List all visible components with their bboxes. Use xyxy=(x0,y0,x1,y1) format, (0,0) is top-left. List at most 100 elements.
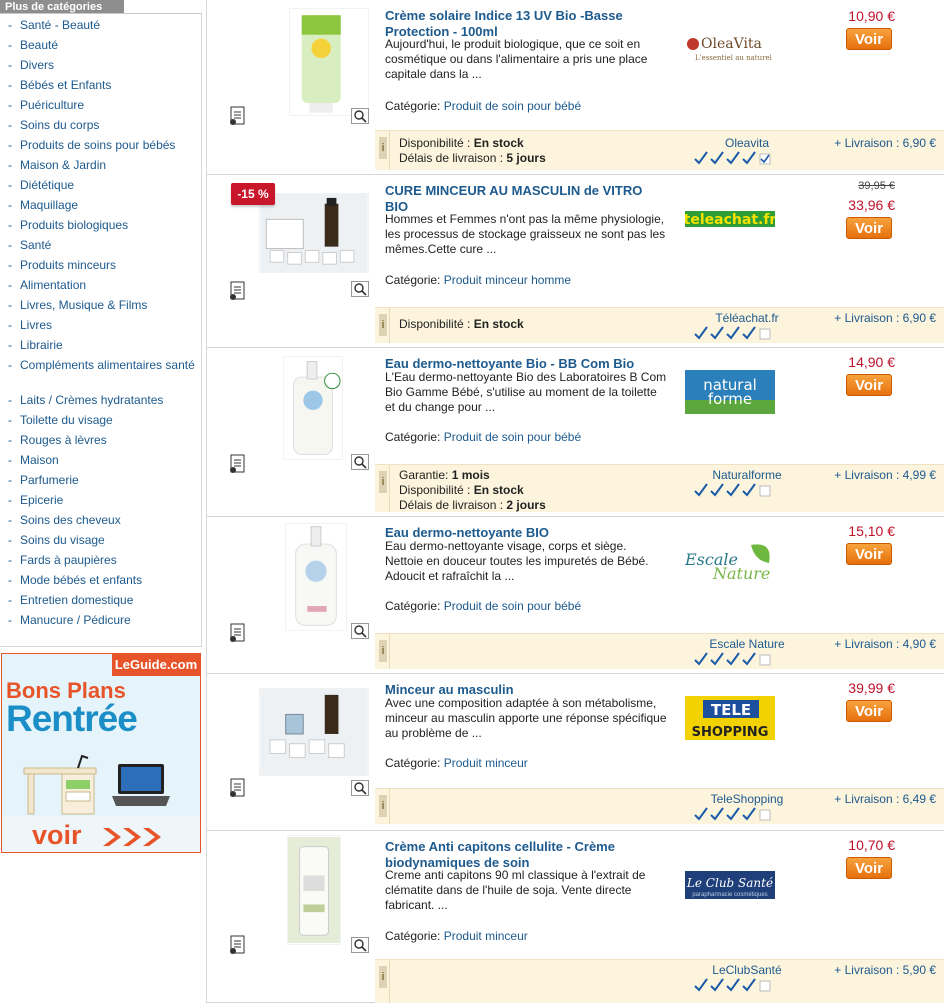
info-icon[interactable]: i xyxy=(379,966,387,988)
merchant-logo[interactable]: natural forme xyxy=(685,370,775,414)
category-link[interactable]: - Toilette du visage xyxy=(8,413,198,428)
info-icon[interactable]: i xyxy=(379,795,387,817)
info-icon[interactable]: i xyxy=(379,640,387,662)
product-sheet-icon[interactable] xyxy=(229,778,247,798)
category-link[interactable]: - Puériculture xyxy=(8,98,198,113)
merchant-name[interactable]: LeClubSanté xyxy=(697,963,797,977)
product-sheet-icon[interactable] xyxy=(229,454,247,474)
category-link[interactable]: - Librairie xyxy=(8,338,198,353)
zoom-icon[interactable] xyxy=(351,281,369,297)
product-image[interactable] xyxy=(259,193,369,273)
category-link[interactable]: Produit de soin pour bébé xyxy=(444,599,581,613)
merchant-logo[interactable]: TELE SHOPPING xyxy=(685,696,775,740)
voir-button[interactable]: Voir xyxy=(846,217,892,239)
bullet: - xyxy=(8,138,12,152)
category-link[interactable]: - Livres xyxy=(8,318,198,333)
category-link[interactable]: - Compléments alimentaires santé xyxy=(8,358,198,373)
product-image[interactable] xyxy=(287,835,341,945)
category-link[interactable]: - Diététique xyxy=(8,178,198,193)
bullet: - xyxy=(8,338,12,352)
product-title[interactable]: CURE MINCEUR AU MASCULIN de VITRO BIO xyxy=(385,183,665,215)
merchant-logo[interactable]: OleaVita L'essentiel au naturel xyxy=(685,22,775,66)
category-link[interactable]: - Soins du corps xyxy=(8,118,198,133)
category-link[interactable]: - Laits / Crèmes hydratantes xyxy=(8,393,198,408)
product-image[interactable] xyxy=(283,356,343,460)
product-sheet-icon[interactable] xyxy=(229,281,247,301)
category-link[interactable]: - Alimentation xyxy=(8,278,198,293)
category-label: Fards à paupières xyxy=(20,553,117,567)
category-link[interactable]: - Maison xyxy=(8,453,198,468)
info-icon[interactable]: i xyxy=(379,137,387,159)
category-link[interactable]: - Santé xyxy=(8,238,198,253)
product-image[interactable] xyxy=(285,523,347,631)
product-image[interactable] xyxy=(289,8,369,116)
voir-button[interactable]: Voir xyxy=(846,543,892,565)
zoom-icon[interactable] xyxy=(351,623,369,639)
shipping-cost[interactable]: + Livraison : 6,90 € xyxy=(823,136,936,150)
info-icon[interactable]: i xyxy=(379,471,387,493)
shipping-cost[interactable]: + Livraison : 4,99 € xyxy=(823,468,936,482)
category-link[interactable]: - Beauté xyxy=(8,38,198,53)
merchant-name[interactable]: Oleavita xyxy=(697,136,797,150)
voir-button[interactable]: Voir xyxy=(846,374,892,396)
product-sheet-icon[interactable] xyxy=(229,106,247,126)
product-row: -15 % CURE MINCEUR AU MASCULIN de VITRO B… xyxy=(207,175,944,348)
category-link[interactable]: - Divers xyxy=(8,58,198,73)
merchant-name[interactable]: Escale Nature xyxy=(697,637,797,651)
category-label: Maison xyxy=(20,453,59,467)
merchant-logo[interactable]: Escale Nature xyxy=(684,539,775,583)
category-link[interactable]: - Bébés et Enfants xyxy=(8,78,198,93)
availability-line: Disponibilité : En stock xyxy=(399,483,524,498)
category-link[interactable]: Produit minceur xyxy=(444,929,528,943)
zoom-icon[interactable] xyxy=(351,937,369,953)
merchant-name[interactable]: TeleShopping xyxy=(697,792,797,806)
product-sheet-icon[interactable] xyxy=(229,935,247,955)
zoom-icon[interactable] xyxy=(351,780,369,796)
category-link[interactable]: - Fards à paupières xyxy=(8,553,198,568)
category-link[interactable]: Produit de soin pour bébé xyxy=(444,430,581,444)
merchant-rating xyxy=(693,151,775,165)
product-sheet-icon[interactable] xyxy=(229,623,247,643)
merchant-logo[interactable]: Le Club Santé parapharmacie cosmétiques xyxy=(685,863,775,907)
shipping-cost[interactable]: + Livraison : 6,90 € xyxy=(823,311,936,325)
category-link[interactable]: - Epicerie xyxy=(8,493,198,508)
merchant-logo[interactable]: teleachat.fr xyxy=(684,197,776,241)
merchant-logo-art: OleaVita L'essentiel au naturel xyxy=(687,36,773,62)
category-link[interactable]: - Produits biologiques xyxy=(8,218,198,233)
category-link[interactable]: - Produits minceurs xyxy=(8,258,198,273)
bullet: - xyxy=(8,38,12,52)
category-link[interactable]: - Soins des cheveux xyxy=(8,513,198,528)
product-image[interactable] xyxy=(259,688,369,776)
category-label: Produits biologiques xyxy=(20,218,129,232)
promo-banner[interactable]: LeGuide.com Bons Plans Rentrée voir xyxy=(1,653,201,853)
merchant-name[interactable]: Naturalforme xyxy=(697,468,797,482)
shipping-cost[interactable]: + Livraison : 5,90 € xyxy=(823,963,936,977)
category-link[interactable]: - Manucure / Pédicure xyxy=(8,613,198,628)
banner-voir[interactable]: voir xyxy=(2,816,200,852)
voir-button[interactable]: Voir xyxy=(846,700,892,722)
voir-button[interactable]: Voir xyxy=(846,28,892,50)
category-link[interactable]: - Maison & Jardin xyxy=(8,158,198,173)
category-link[interactable]: - Livres, Musique & Films xyxy=(8,298,198,313)
category-link[interactable]: - Santé - Beauté xyxy=(8,18,198,33)
merchant-name[interactable]: Téléachat.fr xyxy=(697,311,797,325)
shipping-cost[interactable]: + Livraison : 6,49 € xyxy=(823,792,936,806)
category-link[interactable]: - Parfumerie xyxy=(8,473,198,488)
voir-button[interactable]: Voir xyxy=(846,857,892,879)
shipping-cost[interactable]: + Livraison : 4,90 € xyxy=(823,637,936,651)
category-link[interactable]: - Entretien domestique xyxy=(8,593,198,608)
zoom-icon[interactable] xyxy=(351,108,369,124)
category-label: Laits / Crèmes hydratantes xyxy=(20,393,164,407)
category-link[interactable]: - Maquillage xyxy=(8,198,198,213)
info-icon[interactable]: i xyxy=(379,314,387,336)
category-link[interactable]: - Soins du visage xyxy=(8,533,198,548)
zoom-icon[interactable] xyxy=(351,454,369,470)
category-link[interactable]: Produit de soin pour bébé xyxy=(444,99,581,113)
category-link[interactable]: Produit minceur homme xyxy=(444,273,571,287)
product-title[interactable]: Crème Anti capitons cellulite - Crème bi… xyxy=(385,839,665,871)
product-title[interactable]: Crème solaire Indice 13 UV Bio -Basse Pr… xyxy=(385,8,665,40)
category-link[interactable]: - Rouges à lèvres xyxy=(8,433,198,448)
category-link[interactable]: - Mode bébés et enfants xyxy=(8,573,198,588)
category-link[interactable]: Produit minceur xyxy=(444,756,528,770)
category-link[interactable]: - Produits de soins pour bébés xyxy=(8,138,198,153)
